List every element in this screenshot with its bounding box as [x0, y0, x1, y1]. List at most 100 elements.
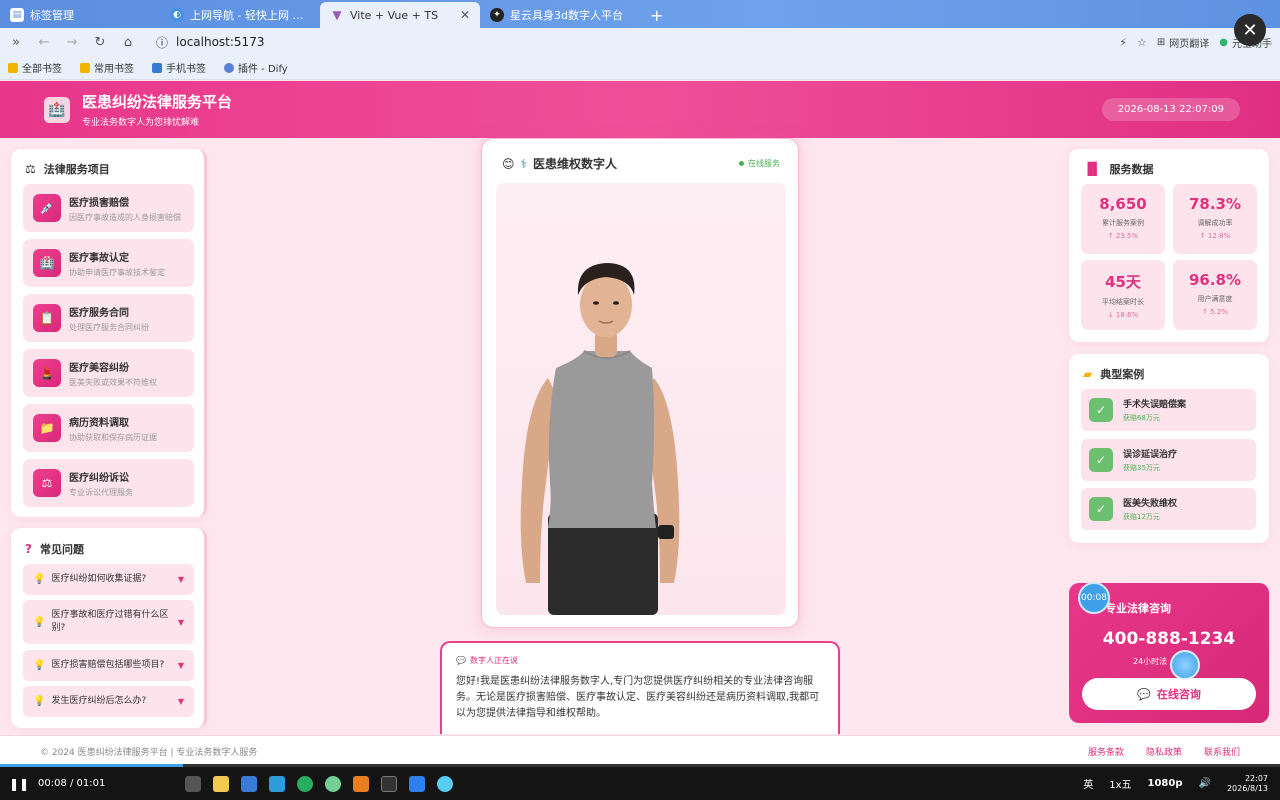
page-subtitle: 专业法务数字人为您排忧解难	[82, 118, 200, 128]
search-icon[interactable]	[437, 775, 454, 792]
browser-icon[interactable]	[325, 775, 342, 792]
digital-human-avatar	[520, 263, 680, 615]
tab-label: Vite + Vue + TS	[350, 8, 439, 22]
taskbar-apps	[185, 775, 454, 792]
lightbulb-icon: 💡	[33, 616, 46, 628]
service-item-cosmetic[interactable]: 💄 医疗美容纠纷 医美失败或效果不符维权	[23, 349, 194, 397]
mail-icon[interactable]	[269, 775, 286, 792]
browser-tab-1[interactable]: ◐ 上网导航 - 轻快上网 从这里开始	[160, 2, 320, 28]
case-item[interactable]: ✓ 误诊延误治疗 获赔35万元	[1081, 439, 1256, 481]
service-item-accident[interactable]: 🏥 医疗事故认定 协助申请医疗事故技术鉴定	[23, 239, 194, 287]
contact-link[interactable]: 联系我们	[1204, 745, 1240, 758]
service-item-litigation[interactable]: ⚖ 医疗纠纷诉讼 专业诉讼代理服务	[23, 459, 194, 507]
bookmark-item[interactable]: 全部书签	[8, 60, 62, 75]
volume-icon[interactable]: 🔊	[1199, 778, 1211, 789]
reload-icon[interactable]: ↻	[92, 35, 108, 50]
edge-icon[interactable]	[297, 775, 314, 792]
browser-tab-3[interactable]: ✦ 星云具身3d数字人平台	[480, 2, 640, 28]
cases-panel: ▰ 典型案例 ✓ 手术失误赔偿案 获赔68万元 ✓ 误诊延误治疗 获赔35万元 ✓ …	[1069, 354, 1269, 543]
tab-group-icon: ▤	[10, 8, 24, 22]
service-item-damage[interactable]: 💉 医疗损害赔偿 因医疗事故造成的人身损害赔偿	[23, 184, 194, 232]
pause-icon[interactable]: ❚❚	[9, 777, 29, 791]
forward-icon[interactable]: →	[64, 35, 80, 50]
home-icon[interactable]: ⌂	[120, 35, 136, 50]
folder-icon: 📁	[33, 414, 61, 442]
back-icon[interactable]: ←	[36, 35, 52, 50]
store-icon[interactable]	[241, 775, 258, 792]
speech-bubble: 💬 数字人正在说 您好!我是医患纠纷法律服务数字人,专门为您提供医疗纠纷相关的专…	[440, 641, 840, 734]
service-item-records[interactable]: 📁 病历资料调取 协助获取和保存病历证据	[23, 404, 194, 452]
faq-title: ? 常见问题	[25, 542, 84, 556]
faq-item[interactable]: 💡 医疗纠纷如何收集证据? ▼	[23, 564, 194, 595]
chevron-down-icon: ▼	[177, 697, 184, 706]
browser-toolbar: » ← → ↻ ⌂ ⓘ localhost:5173 ⚡ ☆ ⊞网页翻译 ●元宝…	[0, 28, 1280, 56]
app-icon[interactable]	[185, 775, 202, 792]
bookmark-icon	[152, 62, 162, 73]
mascot-icon: 😊	[502, 156, 515, 171]
digital-human-card: 😊 ⚕ 医患维权数字人 在线服务	[481, 138, 799, 628]
digital-human-title: 😊 ⚕ 医患维权数字人	[502, 156, 618, 172]
close-icon[interactable]: ✕	[1234, 14, 1266, 46]
bookmark-item[interactable]: 插件 - Dify	[224, 60, 288, 75]
chevron-down-icon: ▼	[177, 617, 184, 627]
case-item[interactable]: ✓ 手术失误赔偿案 获赔68万元	[1081, 389, 1256, 431]
faq-panel: ? 常见问题 💡 医疗纠纷如何收集证据? ▼ 💡 医疗事故和医疗过错有什么区别?…	[11, 528, 207, 728]
sidebar-toggle-icon[interactable]: »	[8, 35, 24, 50]
audio-wave-icon[interactable]	[1170, 650, 1200, 680]
bar-chart-icon: ▐▌	[1083, 162, 1102, 176]
bookmark-star-icon[interactable]: ☆	[1137, 36, 1147, 49]
recording-timer-badge[interactable]: 00:08	[1078, 582, 1110, 614]
stats-panel: ▐▌ 服务数据 8,650 累计服务案例 ↑ 23.5% 78.3% 调解成功率…	[1069, 149, 1269, 342]
privacy-link[interactable]: 隐私政策	[1146, 745, 1182, 758]
consult-phone: 400-888-1234	[1102, 629, 1236, 649]
medical-icon: ⚕	[520, 156, 528, 171]
check-icon: ✓	[1089, 398, 1113, 422]
translate-button[interactable]: ⊞ 网页翻译	[1157, 35, 1209, 50]
faq-item[interactable]: 💡 医疗事故和医疗过错有什么区别? ▼	[23, 600, 194, 644]
terminal-icon[interactable]	[381, 775, 398, 792]
page-title: 医患纠纷法律服务平台	[82, 93, 233, 111]
datetime-badge: 2026-08-13 22:07:09	[1101, 98, 1240, 121]
speech-text: 您好!我是医患纠纷法律服务数字人,专门为您提供医疗纠纷相关的专业法律咨询服务。无…	[456, 676, 820, 719]
avatar-stage[interactable]	[496, 183, 786, 615]
consult-title: 专业法律咨询	[1105, 602, 1171, 615]
browser-tab-2[interactable]: ▼ Vite + Vue + TS ✕	[320, 2, 480, 28]
site-info-icon[interactable]: ⓘ	[156, 34, 168, 51]
close-tab-icon[interactable]: ✕	[460, 8, 470, 22]
platform-site-icon: ✦	[490, 8, 504, 22]
vscode-icon[interactable]	[409, 775, 426, 792]
lightning-icon[interactable]: ⚡	[1119, 36, 1127, 49]
online-consult-button[interactable]: 💬 在线咨询	[1082, 678, 1256, 710]
navigation-site-icon: ◐	[170, 8, 184, 22]
terms-link[interactable]: 服务条款	[1088, 745, 1124, 758]
service-item-contract[interactable]: 📋 医疗服务合同 处理医疗服务合同纠纷	[23, 294, 194, 342]
stat-cases: 8,650 累计服务案例 ↑ 23.5%	[1081, 184, 1165, 254]
quality-selector[interactable]: 1080p	[1148, 778, 1183, 789]
stat-satisfaction: 96.8% 用户满意度 ↑ 5.2%	[1173, 260, 1257, 330]
address-bar[interactable]: ⓘ localhost:5173	[148, 31, 1028, 53]
faq-item[interactable]: 💡 发生医疗纠纷后怎么办? ▼	[23, 686, 194, 717]
lightbulb-icon: 💡	[33, 660, 46, 671]
consult-hours: 24小时法	[1133, 657, 1168, 666]
new-tab-button[interactable]: +	[640, 2, 673, 28]
taskbar-tray: 英 1x五 1080p 🔊 22:07 2026/8/13	[1083, 774, 1268, 793]
url-text: localhost:5173	[176, 35, 265, 49]
star-icon	[8, 62, 18, 73]
faq-item[interactable]: 💡 医疗损害赔偿包括哪些项目? ▼	[23, 650, 194, 681]
question-icon: ?	[25, 542, 32, 556]
stats-title: ▐▌ 服务数据	[1083, 162, 1154, 176]
online-status: 在线服务	[739, 158, 780, 169]
app-icon[interactable]	[353, 775, 370, 792]
bookmark-item[interactable]: 常用书签	[80, 60, 134, 75]
bookmark-item[interactable]: 手机书签	[152, 60, 206, 75]
bookmarks-bar: 全部书签 常用书签 手机书签 插件 - Dify	[0, 56, 1280, 80]
browser-tab-0[interactable]: ▤ 标签管理	[0, 2, 160, 28]
ime-indicator[interactable]: 英	[1083, 776, 1093, 791]
lightbulb-icon: 💡	[33, 696, 46, 707]
file-explorer-icon[interactable]	[213, 775, 230, 792]
playback-speed[interactable]: 1x五	[1109, 776, 1131, 791]
case-item[interactable]: ✓ 医美失败维权 获赔12万元	[1081, 488, 1256, 530]
playback-time: 00:08 / 01:01	[38, 778, 106, 789]
check-icon: ✓	[1089, 497, 1113, 521]
speaking-indicator: 💬 数字人正在说	[456, 656, 518, 665]
